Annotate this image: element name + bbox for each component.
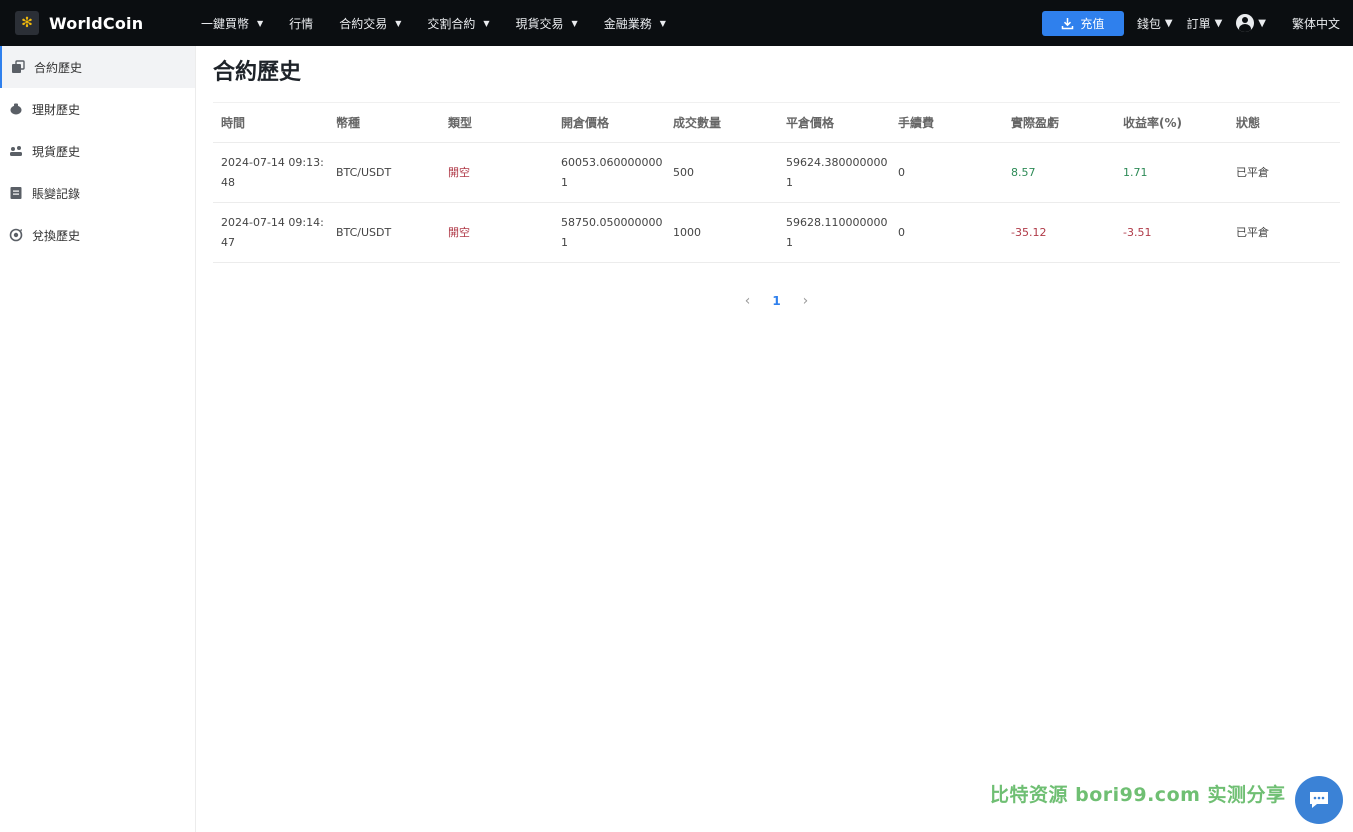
nav-label: 行情	[289, 16, 314, 31]
cell-close-price: 59628.1100000001	[786, 215, 888, 249]
pagination: ‹ 1 ›	[213, 293, 1340, 309]
nav-label: 交割合約	[427, 16, 476, 31]
brand-logo[interactable]: ✻ WorldCoin	[15, 11, 201, 35]
column-header: 收益率(%)	[1123, 116, 1182, 130]
caret-down-icon: ▼	[659, 18, 666, 28]
cell-time: 2024-07-14 09:14:47	[221, 215, 324, 249]
cell-quantity: 1000	[673, 225, 701, 239]
cell-status: 已平倉	[1236, 165, 1269, 179]
watermark-text: 比特资源 bori99.com 实测分享	[990, 784, 1286, 806]
cell-time: 2024-07-14 09:13:48	[221, 155, 324, 189]
cell-pnl: -35.12	[1011, 225, 1047, 239]
brand-name: WorldCoin	[49, 13, 144, 33]
sidebar-item-contract-history[interactable]: 合約歷史	[0, 46, 195, 88]
table-row: 2024-07-14 09:14:47 BTC/USDT 開空 58750.05…	[213, 203, 1340, 263]
nav-label: 現貨交易	[515, 16, 564, 31]
column-header: 幣種	[336, 116, 361, 130]
nav-label: 一鍵買幣	[201, 16, 250, 31]
column-header: 實際盈虧	[1011, 116, 1060, 130]
cell-open-price: 60053.0600000001	[561, 155, 663, 189]
contract-icon	[11, 60, 25, 74]
column-header: 狀態	[1236, 116, 1261, 130]
main-nav: 一鍵買幣 ▼ 行情 合約交易 ▼ 交割合約 ▼ 現貨交易 ▼ 金融業務 ▼	[201, 0, 692, 46]
sidebar-item-label: 兌換歷史	[32, 228, 81, 243]
spot-icon	[9, 144, 23, 158]
cell-type: 開空	[448, 165, 470, 179]
column-header: 時間	[221, 116, 246, 130]
nav-contract-trading[interactable]: 合約交易 ▼	[339, 15, 401, 32]
caret-down-icon: ▼	[395, 18, 402, 28]
caret-down-icon: ▼	[257, 18, 264, 28]
column-header: 平倉價格	[786, 116, 835, 130]
language-selector[interactable]: 繁体中文	[1292, 15, 1340, 32]
page-title: 合約歷史	[213, 60, 302, 85]
caret-down-icon: ▼	[483, 18, 490, 28]
cell-fee: 0	[898, 165, 905, 179]
sidebar: 合約歷史 理財歷史 現貨歷史 賬變記錄 兌換歷史	[0, 46, 196, 832]
cell-close-price: 59624.3800000001	[786, 155, 888, 189]
sidebar-item-label: 賬變記錄	[32, 186, 81, 201]
column-header: 開倉價格	[561, 116, 610, 130]
exchange-icon	[9, 228, 23, 242]
column-header: 成交數量	[673, 116, 722, 130]
next-page-icon[interactable]: ›	[803, 293, 809, 309]
cell-pair: BTC/USDT	[336, 225, 392, 239]
cell-fee: 0	[898, 225, 905, 239]
main-content: 合約歷史 時間 幣種 類型 開倉價格 成交數量 平倉價格 手續費 實際盈虧 收益…	[213, 46, 1340, 309]
nav-delivery-contract[interactable]: 交割合約 ▼	[427, 15, 489, 32]
caret-down-icon: ▼	[1258, 17, 1266, 29]
sidebar-item-label: 合約歷史	[34, 60, 83, 75]
nav-label: 金融業務	[603, 16, 652, 31]
table-header-row: 時間 幣種 類型 開倉價格 成交數量 平倉價格 手續費 實際盈虧 收益率(%) …	[213, 102, 1340, 143]
cell-pair: BTC/USDT	[336, 165, 392, 179]
caret-down-icon: ▼	[571, 18, 578, 28]
sidebar-item-spot-history[interactable]: 現貨歷史	[0, 130, 195, 172]
column-header: 類型	[448, 116, 473, 130]
orders-label: 訂單	[1186, 16, 1211, 31]
worldcoin-logo-icon: ✻	[15, 11, 39, 35]
deposit-button[interactable]: 充值	[1041, 10, 1124, 36]
sidebar-item-account-changes[interactable]: 賬變記錄	[0, 172, 195, 214]
nav-label: 合約交易	[339, 16, 388, 31]
ledger-icon	[9, 186, 23, 200]
column-header: 手續費	[898, 116, 935, 130]
orders-menu[interactable]: 訂單 ▼	[1187, 15, 1223, 32]
nav-market[interactable]: 行情	[289, 15, 313, 32]
cell-rate: -3.51	[1123, 225, 1152, 239]
user-menu[interactable]: ▼	[1236, 14, 1266, 32]
cell-quantity: 500	[673, 165, 694, 179]
prev-page-icon[interactable]: ‹	[745, 293, 751, 309]
cell-open-price: 58750.0500000001	[561, 215, 663, 249]
nav-one-click-buy[interactable]: 一鍵買幣 ▼	[201, 15, 263, 32]
contract-history-table: 時間 幣種 類型 開倉價格 成交數量 平倉價格 手續費 實際盈虧 收益率(%) …	[213, 102, 1340, 263]
sidebar-item-label: 理財歷史	[32, 102, 81, 117]
chat-support-icon[interactable]	[1295, 776, 1343, 824]
download-icon	[1062, 17, 1074, 29]
piggy-bank-icon	[9, 102, 23, 116]
cell-status: 已平倉	[1236, 225, 1269, 239]
wallet-menu[interactable]: 錢包 ▼	[1137, 15, 1173, 32]
caret-down-icon: ▼	[1214, 17, 1223, 29]
nav-financial-services[interactable]: 金融業務 ▼	[604, 15, 666, 32]
cell-pnl: 8.57	[1011, 165, 1036, 179]
deposit-label: 充值	[1080, 16, 1105, 31]
table-row: 2024-07-14 09:13:48 BTC/USDT 開空 60053.06…	[213, 143, 1340, 203]
sidebar-item-exchange-history[interactable]: 兌換歷史	[0, 214, 195, 256]
user-avatar-icon	[1236, 14, 1255, 32]
top-navigation-bar: ✻ WorldCoin 一鍵買幣 ▼ 行情 合約交易 ▼ 交割合約 ▼ 現貨交易 ▼ 金…	[0, 0, 1353, 46]
page-number-current[interactable]: 1	[772, 294, 780, 308]
caret-down-icon: ▼	[1164, 17, 1173, 29]
sidebar-item-label: 現貨歷史	[32, 144, 81, 159]
cell-rate: 1.71	[1123, 165, 1148, 179]
sidebar-item-finance-history[interactable]: 理財歷史	[0, 88, 195, 130]
wallet-label: 錢包	[1136, 16, 1161, 31]
nav-spot-trading[interactable]: 現貨交易 ▼	[516, 15, 578, 32]
cell-type: 開空	[448, 225, 470, 239]
